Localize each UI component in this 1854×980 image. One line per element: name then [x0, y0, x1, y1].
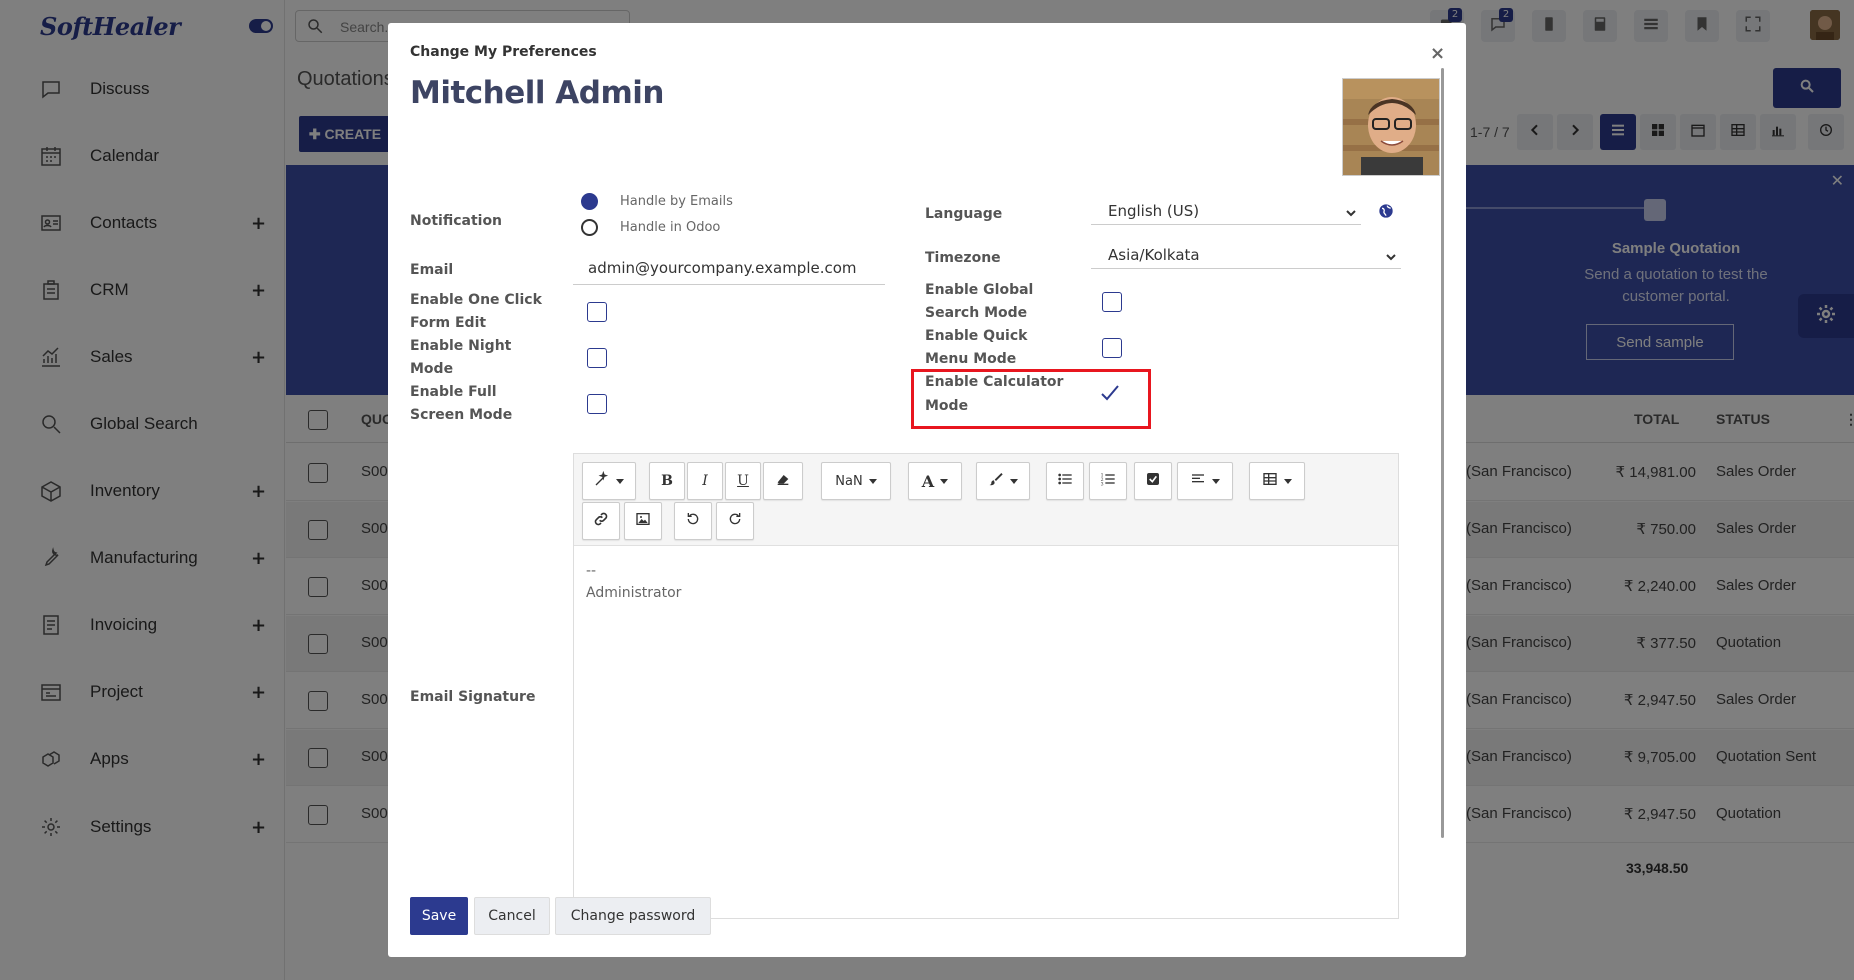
chevron-down-icon: [1346, 210, 1356, 217]
quick-menu-label-2: Menu Mode: [925, 351, 1017, 367]
signature-content[interactable]: -- Administrator: [586, 560, 681, 604]
calculator-mode-checkbox[interactable]: [1099, 382, 1121, 408]
paintbrush-icon: [988, 471, 1004, 491]
close-icon[interactable]: ×: [1430, 43, 1445, 64]
svg-text:3: 3: [1101, 482, 1104, 487]
image-button[interactable]: [624, 502, 662, 540]
calculator-label-2: Mode: [925, 398, 969, 414]
bold-icon: B: [661, 473, 673, 489]
italic-button[interactable]: I: [687, 462, 723, 500]
table-icon: [1262, 471, 1278, 491]
signature-line: --: [586, 563, 597, 579]
font-color-dropdown[interactable]: A: [908, 462, 962, 500]
user-photo[interactable]: [1342, 78, 1440, 176]
dialog-subtitle: Change My Preferences: [410, 44, 597, 60]
font-size-value: NaN: [835, 473, 863, 489]
notify-odoo-radio[interactable]: [581, 219, 598, 236]
image-icon: [635, 511, 651, 531]
calculator-label-1: Enable Calculator: [925, 374, 1064, 390]
one-click-label-1: Enable One Click: [410, 292, 542, 308]
save-button[interactable]: Save: [410, 897, 468, 935]
font-size-dropdown[interactable]: NaN: [821, 462, 891, 500]
night-mode-checkbox[interactable]: [587, 348, 607, 368]
notify-odoo-label: Handle in Odoo: [620, 220, 721, 235]
align-left-icon: [1190, 471, 1206, 491]
quick-menu-checkbox[interactable]: [1102, 338, 1122, 358]
signature-editor[interactable]: B I U NaN A 123 -- Administrator: [573, 453, 1399, 919]
user-name-title: Mitchell Admin: [410, 75, 665, 111]
globe-icon[interactable]: [1378, 203, 1394, 223]
quick-menu-label-1: Enable Quick: [925, 328, 1028, 344]
paragraph-dropdown[interactable]: [1177, 462, 1233, 500]
undo-button[interactable]: [674, 502, 712, 540]
italic-icon: I: [702, 473, 708, 489]
night-mode-label-2: Mode: [410, 361, 454, 377]
numbered-list-icon: 123: [1100, 471, 1116, 491]
check-icon: [1101, 385, 1119, 401]
link-button[interactable]: [582, 502, 620, 540]
notification-label: Notification: [410, 213, 503, 229]
timezone-label: Timezone: [925, 250, 1001, 266]
chevron-down-icon: [1386, 254, 1396, 261]
fullscreen-label-1: Enable Full: [410, 384, 497, 400]
font-color-icon: A: [921, 471, 935, 491]
bold-button[interactable]: B: [649, 462, 685, 500]
language-value: English (US): [1108, 202, 1200, 220]
table-dropdown[interactable]: [1249, 462, 1305, 500]
cancel-button[interactable]: Cancel: [474, 897, 550, 935]
notify-emails-label: Handle by Emails: [620, 194, 733, 209]
editor-toolbar: B I U NaN A 123: [574, 454, 1398, 546]
email-label: Email: [410, 262, 454, 278]
night-mode-label-1: Enable Night: [410, 338, 512, 354]
clear-format-button[interactable]: [763, 462, 803, 500]
checklist-button[interactable]: [1134, 462, 1172, 500]
global-search-label-1: Enable Global: [925, 282, 1034, 298]
preferences-dialog: Change My Preferences × Mitchell Admin N…: [388, 23, 1466, 957]
bullet-list-button[interactable]: [1046, 462, 1084, 500]
change-password-button[interactable]: Change password: [555, 897, 711, 935]
fullscreen-mode-checkbox[interactable]: [587, 394, 607, 414]
one-click-label-2: Form Edit: [410, 315, 487, 331]
link-icon: [593, 511, 609, 531]
magic-wand-icon: [594, 470, 610, 491]
redo-button[interactable]: [716, 502, 754, 540]
eraser-icon: [775, 471, 791, 491]
email-signature-label: Email Signature: [410, 689, 536, 705]
timezone-value: Asia/Kolkata: [1108, 246, 1200, 264]
underline-icon: U: [737, 473, 749, 489]
fullscreen-label-2: Screen Mode: [410, 407, 513, 423]
signature-line: Administrator: [586, 585, 682, 601]
numbered-list-button[interactable]: 123: [1089, 462, 1127, 500]
undo-icon: [685, 511, 701, 531]
notify-emails-radio[interactable]: [581, 193, 598, 210]
dialog-scrollbar[interactable]: [1441, 68, 1444, 838]
language-label: Language: [925, 206, 1003, 222]
one-click-edit-checkbox[interactable]: [587, 302, 607, 322]
global-search-label-2: Search Mode: [925, 305, 1028, 321]
checkbox-icon: [1145, 471, 1161, 491]
style-dropdown[interactable]: [582, 462, 636, 500]
email-value: admin@yourcompany.example.com: [588, 259, 857, 277]
underline-button[interactable]: U: [725, 462, 761, 500]
global-search-checkbox[interactable]: [1102, 292, 1122, 312]
redo-icon: [727, 511, 743, 531]
bullet-list-icon: [1057, 471, 1073, 491]
highlight-color-dropdown[interactable]: [976, 462, 1030, 500]
